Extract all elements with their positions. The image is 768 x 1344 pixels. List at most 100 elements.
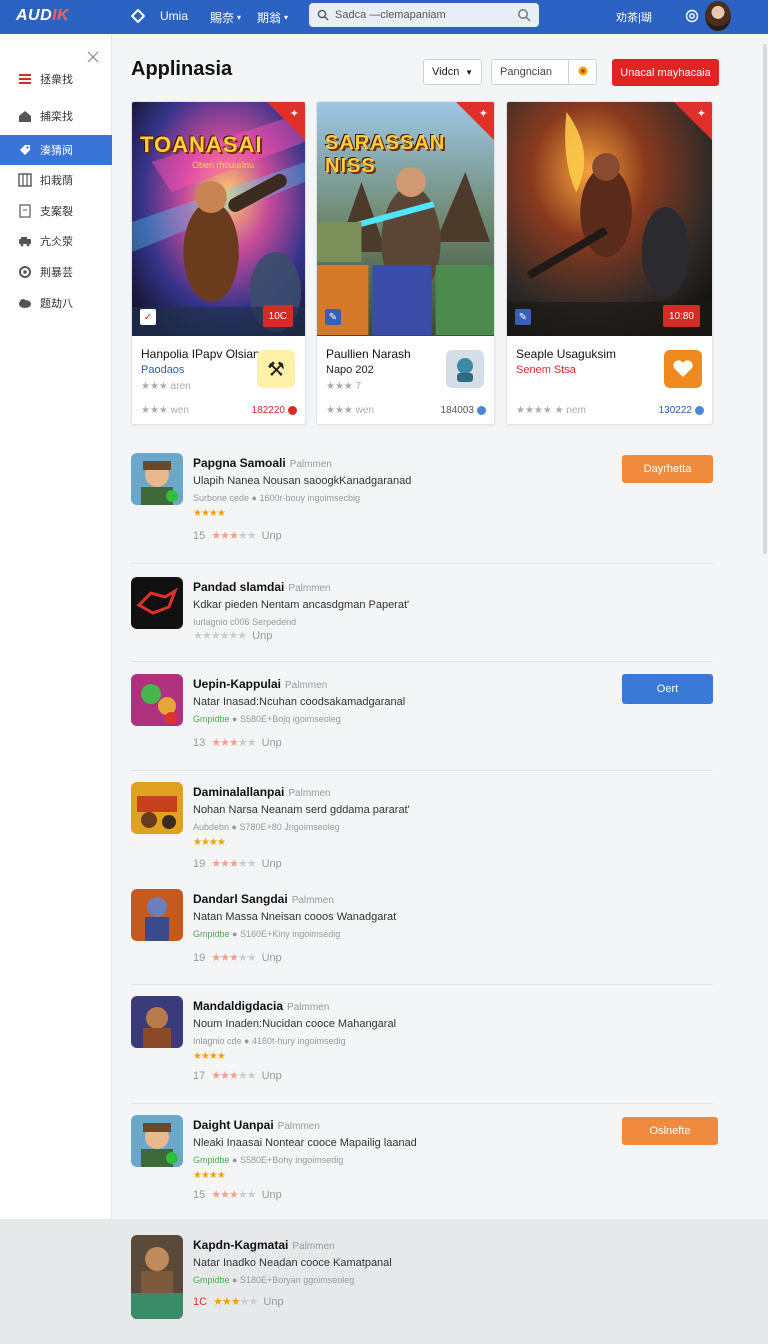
featured-card-1[interactable]: TOANASAI Oben rhcuurlnu ✦ ✓ 10C Hanpolia… (131, 101, 306, 425)
divider (131, 563, 713, 564)
app-thumbnail[interactable] (131, 674, 183, 726)
price-badge: 10C (262, 305, 293, 327)
item-rating-count: 19 (193, 951, 206, 964)
list-item[interactable]: Daminalallanpai Palmmen Nohan Narsa Neana… (131, 782, 713, 888)
item-footer: 19 ★★★★★ Unp (193, 857, 282, 871)
featured-card-3[interactable]: ✦ ✎ 10:80 Seaple Usaguksim Senem Stsa ★★… (506, 101, 713, 425)
row-action-button[interactable]: Dayrhetta (622, 455, 713, 483)
sidebar-item-1[interactable]: 拯衆找 (0, 64, 112, 94)
app-logo[interactable]: AUDIK (16, 7, 69, 25)
row-action-button[interactable]: Oert (622, 674, 713, 704)
search-input[interactable]: Sadca —clemapaniam (335, 9, 517, 21)
item-meta: Surbone cede ● 1600r-bouy ingoimsecbig (193, 493, 361, 503)
sidebar-item-8[interactable]: 题劫八 (0, 288, 112, 318)
item-title[interactable]: Pandad slamdai Palmmen (193, 580, 331, 594)
item-title[interactable]: Daminalallanpai Palmmen (193, 785, 331, 799)
sidebar-item-label: 荆暴芸 (40, 267, 73, 279)
app-icon[interactable] (446, 350, 484, 388)
sidebar-item-label: 支案裂 (40, 206, 73, 218)
sidebar-item-4[interactable]: 扣栽荫 (0, 165, 112, 195)
item-meta-right: S180E+Boryan ggoimseoleg (239, 1275, 355, 1285)
app-thumbnail[interactable] (131, 996, 183, 1048)
sidebar-item-label: 湊猜阋 (40, 145, 73, 157)
card-title[interactable]: Paullien Narash (326, 347, 411, 361)
rating-stars-icon: ★★★★★ (211, 858, 256, 870)
filter-field[interactable]: Pangncian (491, 59, 597, 85)
account-menu-text[interactable]: 劝茶|瑚 (616, 9, 652, 25)
pin-icon[interactable] (568, 60, 596, 84)
item-footer: 1C ★★★★★ Unp (193, 1295, 284, 1309)
app-thumbnail[interactable] (131, 782, 183, 834)
item-meta: Inlagnio cde ● 4160t-hury ingoimsedig (193, 1036, 346, 1046)
list-item[interactable]: Pandad slamdai Palmmen Kdkar pieden Nenta… (131, 577, 713, 662)
scrollbar[interactable] (763, 44, 767, 554)
item-title-text: Daight Uanpai (193, 1118, 274, 1132)
nav-link-3[interactable]: 期翁 ▾ (257, 9, 288, 26)
list-item[interactable]: Dandarl Sangdai Palmmen Natan Massa Nneis… (131, 889, 713, 985)
item-footer: ★★★★★★ Unp (193, 629, 273, 643)
sidebar-item-6[interactable]: 亢仌荥 (0, 226, 112, 256)
at-icon[interactable] (685, 9, 699, 23)
list-item[interactable]: Papgna Samoali Palmmen Ulapih Nanea Nousa… (131, 453, 713, 565)
card-title[interactable]: Hanpolia IPapv Olsian (141, 347, 260, 361)
item-title[interactable]: Dandarl Sangdai Palmmen (193, 892, 334, 906)
app-thumbnail[interactable] (131, 1115, 183, 1167)
item-tag: Palmmen (288, 788, 331, 799)
item-title[interactable]: Uepin-Kappulai Palmmen (193, 677, 327, 691)
logo-text: AUD (16, 7, 53, 24)
nav-link-1[interactable]: Umia (160, 9, 188, 23)
star-badge-icon[interactable]: ✦ (697, 107, 706, 120)
user-avatar[interactable] (705, 1, 731, 31)
card-title[interactable]: Seaple Usaguksim (516, 347, 616, 361)
item-title-text: Pandad slamdai (193, 580, 285, 594)
app-icon[interactable]: ⚒ (257, 350, 295, 388)
nav-link-2[interactable]: 賜奈 ▾ (210, 9, 241, 26)
item-footer-text: Unp (261, 857, 282, 870)
close-icon[interactable] (86, 50, 100, 64)
list-item[interactable]: Mandaldigdacia Palmmen Noum Inaden:Nucida… (131, 996, 713, 1104)
item-tag: Palmmen (292, 1241, 335, 1252)
list-item[interactable]: Uepin-Kappulai Palmmen Natar Inasad:Ncuha… (131, 674, 713, 771)
search-bar[interactable]: Sadca —clemapaniam (309, 3, 539, 27)
item-tag: Palmmen (287, 1002, 330, 1013)
diamond-icon[interactable] (131, 9, 145, 23)
settings-icon (19, 266, 31, 278)
item-meta: Iurlagnio c006 Serpedend (193, 617, 296, 627)
app-thumbnail[interactable] (131, 577, 183, 629)
featured-card-2[interactable]: SARASSAN NISS ✦ ✎ Paullien Narash Napo 2… (316, 101, 495, 425)
status-dot-icon (477, 406, 486, 415)
item-tag: Palmmen (285, 680, 328, 691)
app-thumbnail[interactable] (131, 889, 183, 941)
item-meta-right: S160E+Kiny ingoimsedig (239, 929, 341, 939)
heart-app-icon[interactable] (664, 350, 702, 388)
item-meta: Gmpidbe ● S180E+Boryan ggoimseoleg (193, 1275, 355, 1285)
filter-select[interactable]: Vidcn ▼ (423, 59, 482, 85)
sidebar-item-7[interactable]: 荆暴芸 (0, 257, 112, 287)
sidebar-item-3-active[interactable]: 湊猜阋 (0, 135, 112, 165)
rating-stars-icon: ★★★★★★ (193, 630, 247, 642)
item-footer: 19 ★★★★★ Unp (193, 951, 282, 965)
list-item[interactable]: Kapdn-Kagmatai Palmmen Natar Inadko Neada… (131, 1235, 713, 1320)
sidebar-item-label: 扣栽荫 (40, 175, 73, 187)
check-icon[interactable]: ✓ (140, 309, 156, 325)
search-submit-icon[interactable] (517, 8, 531, 22)
app-thumbnail[interactable] (131, 1235, 183, 1319)
primary-action-button[interactable]: Unacal mayhacaia (612, 59, 719, 86)
sidebar-item-2[interactable]: 捕栾找 (0, 101, 112, 131)
list-item[interactable]: Daight Uanpai Palmmen Nleaki Inaasai Nont… (131, 1115, 718, 1215)
item-title[interactable]: Mandaldigdacia Palmmen (193, 999, 329, 1013)
item-rating-count: 13 (193, 736, 206, 749)
row-action-button[interactable]: Oslnefte (622, 1117, 718, 1145)
edit-icon[interactable]: ✎ (515, 309, 531, 325)
item-footer-text: Unp (252, 629, 273, 642)
star-badge-icon[interactable]: ✦ (479, 107, 488, 120)
sidebar-item-5[interactable]: 支案裂 (0, 196, 112, 226)
edit-icon[interactable]: ✎ (325, 309, 341, 325)
star-badge-icon[interactable]: ✦ (290, 107, 299, 120)
item-title[interactable]: Daight Uanpai Palmmen (193, 1118, 320, 1132)
item-title-text: Daminalallanpai (193, 785, 285, 799)
rating-stars-icon: ★★★★★ (211, 952, 256, 964)
item-title[interactable]: Kapdn-Kagmatai Palmmen (193, 1238, 335, 1252)
app-thumbnail[interactable] (131, 453, 183, 505)
item-title[interactable]: Papgna Samoali Palmmen (193, 456, 332, 470)
